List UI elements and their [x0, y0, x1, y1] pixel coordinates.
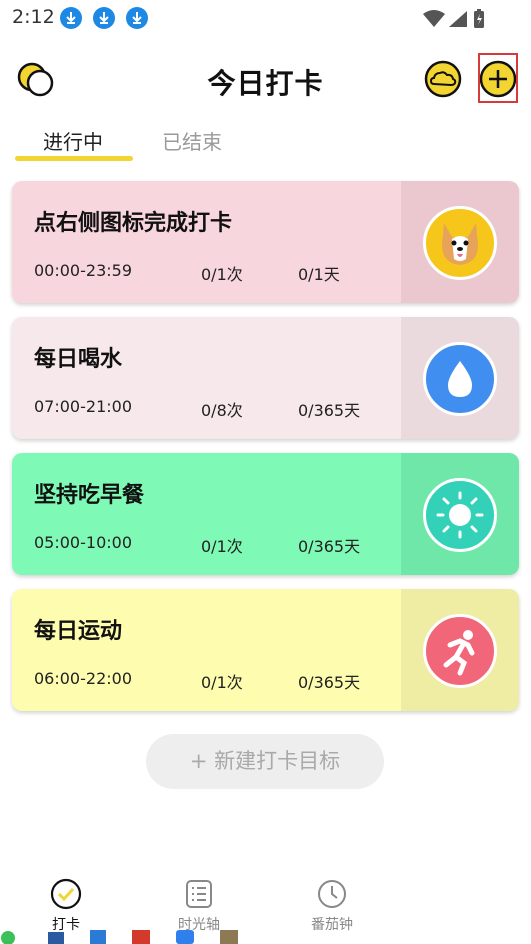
- battery-icon: [474, 9, 484, 28]
- habit-days: 0/1天: [298, 265, 340, 284]
- running-icon[interactable]: [423, 614, 497, 688]
- wifi-icon: [423, 10, 445, 27]
- habit-title: 每日喝水: [34, 347, 123, 372]
- habit-side-panel: [401, 453, 519, 575]
- habit-count: 0/1次: [201, 265, 243, 284]
- status-bar: 2:12: [0, 0, 531, 36]
- habit-time-range: 06:00-22:00: [34, 669, 132, 688]
- habit-side-panel: [401, 181, 519, 303]
- tab-underline: [15, 156, 133, 161]
- status-icons: [421, 8, 491, 34]
- download-icon: [126, 7, 148, 29]
- habit-days: 0/365天: [298, 401, 361, 420]
- habit-count: 0/1次: [201, 673, 243, 692]
- new-goal-button[interactable]: + 新建打卡目标: [146, 734, 384, 789]
- habit-count: 0/8次: [201, 401, 243, 420]
- habit-card[interactable]: 每日喝水 07:00-21:00 0/8次 0/365天: [12, 317, 519, 439]
- notification-icon-strip: [0, 926, 260, 944]
- habit-time-range: 07:00-21:00: [34, 397, 132, 416]
- app-header: 今日打卡: [0, 52, 531, 108]
- download-icon: [60, 7, 82, 29]
- habit-card[interactable]: 坚持吃早餐 05:00-10:00 0/1次 0/365天: [12, 453, 519, 575]
- status-time: 2:12: [12, 6, 55, 28]
- tab-bar: 进行中 已结束: [0, 120, 531, 164]
- nav-label: 番茄钟: [311, 917, 353, 933]
- habit-title: 点右侧图标完成打卡: [34, 211, 233, 236]
- list-icon: [183, 878, 215, 910]
- download-icon: [93, 7, 115, 29]
- cloud-icon[interactable]: [424, 60, 462, 98]
- signal-icon: [449, 11, 467, 27]
- habit-time-range: 05:00-10:00: [34, 533, 132, 552]
- habit-days: 0/365天: [298, 537, 361, 556]
- check-circle-icon: [50, 878, 82, 910]
- sun-icon[interactable]: [423, 478, 497, 552]
- corgi-dog-icon[interactable]: [423, 206, 497, 280]
- habit-card[interactable]: 点右侧图标完成打卡 00:00-23:59 0/1次 0/1天: [12, 181, 519, 303]
- habit-count: 0/1次: [201, 537, 243, 556]
- habit-card[interactable]: 每日运动 06:00-22:00 0/1次 0/365天: [12, 589, 519, 711]
- nav-pomodoro[interactable]: 番茄钟: [287, 878, 377, 934]
- habit-time-range: 00:00-23:59: [34, 261, 132, 280]
- water-drop-icon[interactable]: [423, 342, 497, 416]
- tab-in-progress[interactable]: 进行中: [43, 126, 103, 155]
- habit-title: 每日运动: [34, 619, 123, 644]
- add-button-highlight: [478, 53, 518, 103]
- habit-days: 0/365天: [298, 673, 361, 692]
- clock-icon: [316, 878, 348, 910]
- habit-title: 坚持吃早餐: [34, 483, 145, 508]
- habit-side-panel: [401, 317, 519, 439]
- habit-side-panel: [401, 589, 519, 711]
- tab-ended[interactable]: 已结束: [162, 126, 222, 155]
